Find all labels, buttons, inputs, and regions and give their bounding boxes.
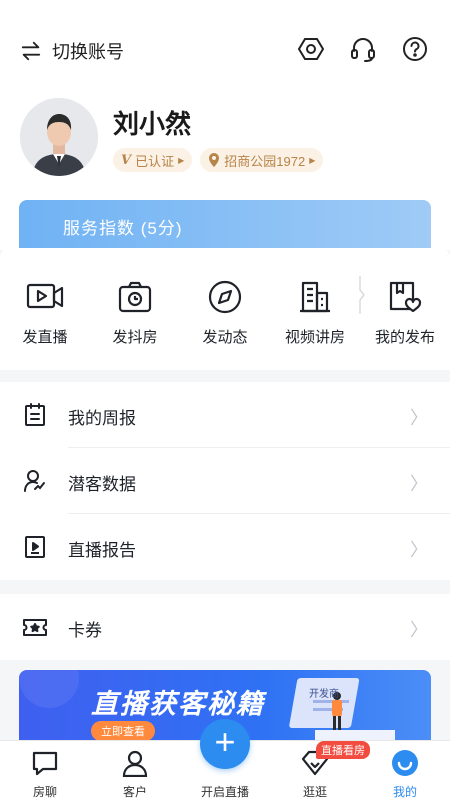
chevron-right-icon: 〉: [410, 474, 428, 494]
location-pin-icon: [209, 153, 220, 167]
tab-label: 我的: [392, 785, 417, 799]
action-my-posts[interactable]: 我的发布: [360, 278, 450, 347]
menu-label: 我的周报: [68, 409, 136, 428]
menu-item-weekly-report[interactable]: 我的周报 〉: [0, 382, 450, 448]
tab-chat[interactable]: 房聊: [0, 747, 90, 800]
quick-actions: 发直播 发抖房 发动态 视频讲房 我的发布: [0, 248, 450, 370]
verified-label: 已认证: [135, 153, 175, 169]
menu-item-live-report[interactable]: 直播报告 〉: [0, 514, 450, 580]
action-label: 视频讲房: [284, 329, 345, 346]
chevron-right-icon: 〉: [410, 408, 428, 428]
action-label: 发抖房: [112, 329, 158, 346]
play-report-icon: [25, 536, 45, 558]
help-icon[interactable]: [400, 34, 430, 64]
profile-section: 刘小然 V 已认证 ▶ 招商公园1972 ▶: [20, 98, 440, 178]
start-live-plus-button[interactable]: +: [200, 719, 250, 769]
switch-account-label: 切换账号: [52, 42, 124, 62]
tab-label: 客户: [122, 785, 147, 799]
camera-icon: [90, 278, 180, 316]
menu-item-coupons[interactable]: 卡券 〉: [0, 594, 450, 660]
action-label: 发直播: [22, 329, 68, 346]
heart-box-icon: [360, 278, 450, 316]
verified-badge[interactable]: V 已认证 ▶: [113, 148, 193, 172]
live-tour-tag: 直播看房: [316, 741, 370, 759]
action-go-live[interactable]: 发直播: [0, 278, 90, 347]
banner-cta-button[interactable]: 立即查看: [91, 721, 155, 740]
action-video-tour[interactable]: 视频讲房: [270, 278, 360, 347]
banner-mini-label: 开发商: [309, 689, 339, 700]
banner-title: 直播获客秘籍: [91, 689, 265, 719]
menu-label: 潜客数据: [68, 475, 136, 494]
menu-item-prospect-data[interactable]: 潜客数据 〉: [0, 448, 450, 514]
live-video-icon: [0, 278, 90, 316]
tab-label: 开启直播: [200, 785, 249, 799]
service-score-card[interactable]: 服务指数 (5分): [19, 200, 431, 252]
verified-v-icon: V: [121, 152, 132, 168]
chat-icon: [0, 747, 90, 777]
ticket-icon: [23, 619, 47, 636]
headset-icon[interactable]: [348, 34, 378, 64]
settings-hex-icon[interactable]: [296, 34, 326, 64]
switch-arrows-icon: [21, 41, 41, 61]
tab-mine[interactable]: 我的: [360, 747, 450, 800]
tab-label: 逛逛: [302, 785, 327, 799]
report-icon: [25, 403, 45, 426]
user-name: 刘小然: [113, 109, 192, 139]
tab-label: 房聊: [32, 785, 57, 799]
service-score-label: 服务指数 (5分): [63, 219, 183, 238]
community-label: 招商公园1972: [224, 153, 306, 169]
action-label: 发动态: [202, 329, 248, 346]
action-label: 我的发布: [374, 329, 435, 346]
chevron-right-icon: 〉: [410, 540, 428, 560]
menu-group-2: 卡券 〉: [0, 594, 450, 660]
menu-label: 卡券: [68, 621, 102, 640]
menu-label: 直播报告: [68, 541, 136, 560]
caret-right-icon: ▶: [309, 155, 316, 165]
smile-icon: [360, 747, 450, 777]
person-icon: [90, 747, 180, 777]
caret-right-icon: ▶: [178, 155, 185, 165]
chevron-right-icon: 〉: [410, 620, 428, 640]
building-icon: [270, 278, 360, 316]
action-short-video[interactable]: 发抖房: [90, 278, 180, 347]
compass-icon: [180, 278, 270, 316]
action-post-moment[interactable]: 发动态: [180, 278, 270, 347]
top-bar: 切换账号: [0, 30, 450, 70]
user-data-icon: [24, 470, 45, 492]
avatar[interactable]: [20, 98, 98, 176]
switch-account-button[interactable]: 切换账号: [20, 38, 124, 64]
tab-customers[interactable]: 客户: [90, 747, 180, 800]
menu-group-1: 我的周报 〉 潜客数据 〉 直播报告 〉: [0, 382, 450, 580]
community-badge[interactable]: 招商公园1972 ▶: [200, 148, 324, 172]
